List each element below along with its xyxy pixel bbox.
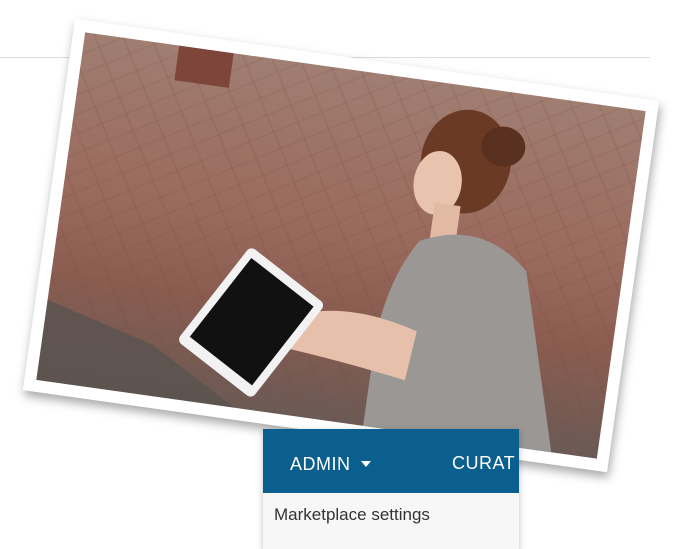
top-nav-bar: ADMIN CURAT [263, 429, 519, 493]
admin-menu-label: ADMIN [290, 453, 351, 474]
nav-menu-panel: ADMIN CURAT Marketplace settings [263, 429, 519, 549]
admin-menu-button[interactable]: ADMIN [290, 453, 371, 475]
hero-photo-frame [22, 18, 660, 473]
dropdown-item-marketplace-settings[interactable]: Marketplace settings [274, 505, 430, 525]
hero-photo [36, 32, 646, 459]
curation-menu-button[interactable]: CURAT [452, 453, 519, 475]
caret-down-icon [360, 461, 371, 467]
curation-menu-label: CURAT [452, 453, 516, 473]
admin-dropdown: Marketplace settings [263, 493, 519, 549]
